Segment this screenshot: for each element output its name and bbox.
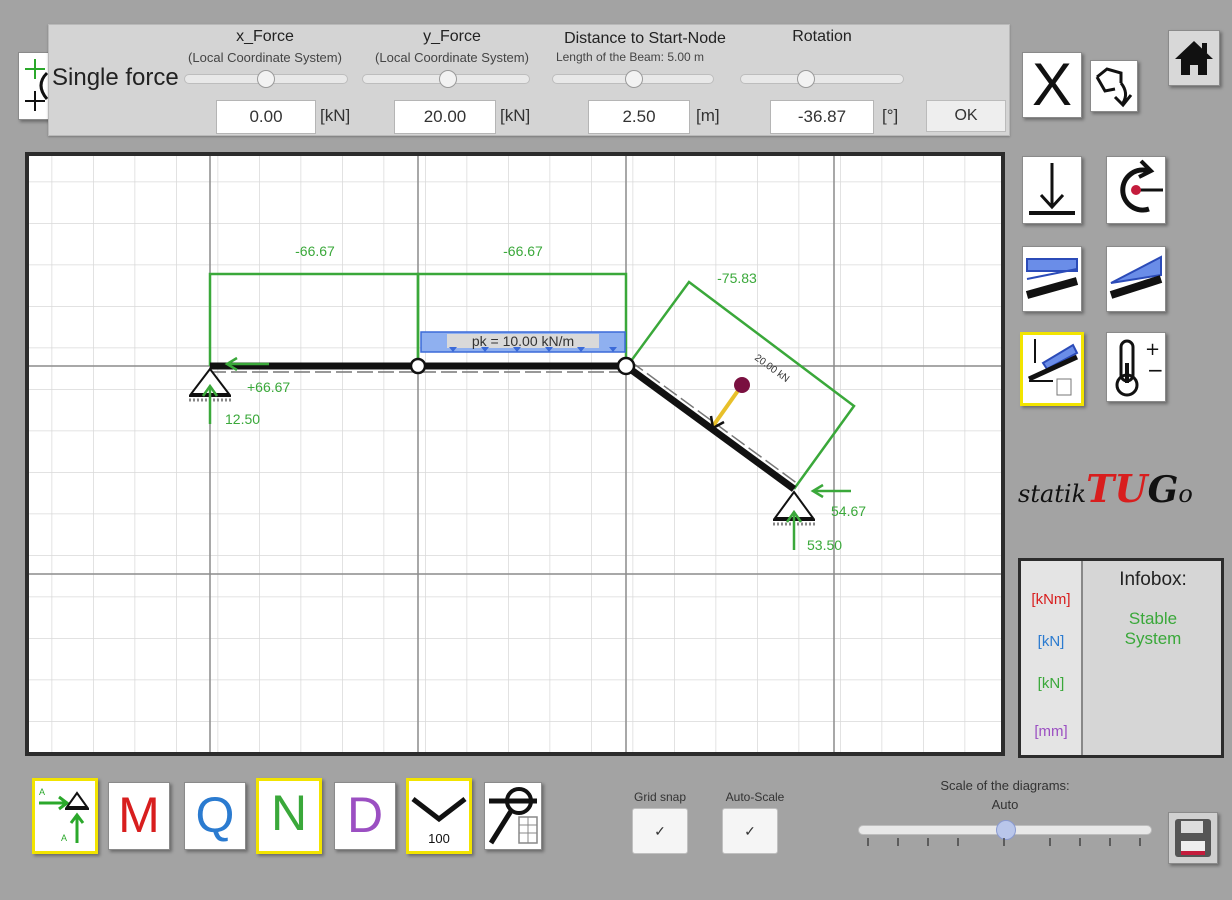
right-vertical-reaction: 53.50	[807, 537, 842, 553]
y-force-unit: [kN]	[500, 106, 531, 125]
x-force-label: x_Force	[236, 28, 294, 45]
logo-part-o: o	[1178, 480, 1193, 508]
left-horizontal-reaction: +66.67	[247, 379, 290, 395]
deformation-scale-value: 100	[428, 831, 450, 846]
diagram-scale-ticks	[867, 838, 1141, 846]
svg-text:−: −	[1147, 358, 1164, 382]
triangular-load-icon	[1109, 255, 1163, 299]
x-force-sublabel: (Local Coordinate System)	[188, 50, 342, 65]
structure-canvas[interactable]: -66.67 -66.67 -75.83 pk = 10.00 kN/m +66…	[25, 152, 1005, 756]
logo-part-tu: TU	[1086, 466, 1148, 511]
x-force-slider-knob[interactable]	[257, 70, 275, 88]
x-force-unit: [kN]	[320, 106, 351, 125]
point-load-icon	[1029, 163, 1075, 215]
logo-part-g: G	[1147, 469, 1179, 511]
rotation-unit: [°]	[882, 106, 899, 125]
rotation-label: Rotation	[792, 28, 852, 45]
y-force-slider-knob[interactable]	[439, 70, 457, 88]
moment-load-tool[interactable]	[1106, 156, 1166, 224]
point-load-tool[interactable]	[1022, 156, 1082, 224]
deflection-diagram-toggle[interactable]: D	[334, 782, 396, 850]
inclined-load-icon	[1027, 339, 1079, 396]
temperature-load-tool[interactable]: + −	[1106, 332, 1166, 402]
force-drag-handle[interactable]	[734, 377, 750, 393]
beam-length-label: Length of the Beam: 5.00 m	[555, 50, 705, 64]
distributed-load-tool[interactable]	[1022, 246, 1082, 312]
home-button[interactable]	[1168, 30, 1220, 86]
ok-button[interactable]: OK	[926, 100, 1006, 132]
distance-slider-knob[interactable]	[625, 70, 643, 88]
infobox-units-column: [kNm] [kN] [kN] [mm]	[1021, 561, 1083, 755]
load-on-inclined-beam-tool[interactable]	[1020, 332, 1084, 406]
diagram-scale-value: Auto	[991, 797, 1019, 812]
panel-title: Single force	[52, 64, 179, 91]
y-force-slider[interactable]	[362, 70, 530, 88]
trapezoidal-load-tool[interactable]	[1106, 246, 1166, 312]
svg-text:+: +	[1145, 339, 1160, 360]
structure-drawing: -66.67 -66.67 -75.83 pk = 10.00 kN/m +66…	[29, 156, 1001, 752]
y-force-input[interactable]: 20.00	[394, 100, 496, 134]
floppy-disk-icon	[1175, 819, 1211, 857]
statiktugo-logo: statikTUGo	[1018, 466, 1193, 511]
infobox: [kNm] [kN] [kN] [mm] Infobox: Stable Sys…	[1018, 558, 1224, 758]
rotation-slider-knob[interactable]	[797, 70, 815, 88]
magnifier-table-icon	[488, 787, 538, 845]
close-icon: X	[1031, 51, 1073, 118]
shear-unit: [kN]	[1037, 633, 1065, 650]
right-horizontal-reaction: 54.67	[831, 503, 866, 519]
svg-text:A: A	[61, 833, 67, 843]
x-force-input[interactable]: 0.00	[216, 100, 316, 134]
system-status: Stable System	[1083, 609, 1223, 649]
hinge-node-3[interactable]	[616, 356, 636, 376]
svg-text:A: A	[39, 787, 45, 797]
grid-snap-checkbox[interactable]: ✓	[632, 808, 688, 854]
distributed-load-label: pk = 10.00 kN/m	[472, 333, 574, 349]
x-force-slider[interactable]	[184, 70, 348, 88]
deformed-shape-icon: 100	[411, 797, 467, 846]
home-icon	[1175, 41, 1213, 75]
hinge-node-2[interactable]	[409, 357, 427, 375]
rotate-arrow-icon	[1095, 67, 1133, 108]
delete-button[interactable]: X	[1022, 52, 1082, 118]
left-vertical-reaction: 12.50	[225, 411, 260, 427]
logo-part-statik: statik	[1018, 480, 1087, 508]
auto-scale-label: Auto-Scale	[725, 790, 785, 804]
save-button[interactable]	[1168, 812, 1218, 864]
distance-input[interactable]: 2.50	[588, 100, 690, 134]
uniform-load-icon	[1025, 258, 1079, 299]
system-status-line-1: Stable	[1128, 609, 1178, 628]
diagram-scale-label: Scale of the diagrams:	[940, 778, 1070, 793]
moment-load-icon	[1120, 159, 1163, 213]
moment-diagram-toggle[interactable]: M	[108, 782, 170, 850]
moment-unit: [kNm]	[1031, 591, 1071, 608]
distance-label: Distance to Start-Node	[564, 30, 726, 47]
thermometer-icon: + −	[1115, 339, 1164, 397]
support-reactions-icon: A A	[39, 787, 89, 843]
grid-snap-label: Grid snap	[633, 790, 687, 804]
shear-diagram-toggle[interactable]: Q	[184, 782, 246, 850]
distance-unit: [m]	[696, 106, 720, 125]
deflection-unit: [mm]	[1034, 723, 1068, 740]
rotation-slider[interactable]	[740, 70, 904, 88]
reactions-toggle[interactable]: A A	[32, 778, 98, 854]
normal-force-value-1: -66.67	[295, 243, 335, 259]
y-force-label: y_Force	[423, 28, 481, 45]
normal-force-diagram-toggle[interactable]: N	[256, 778, 322, 854]
results-table-button[interactable]	[484, 782, 542, 850]
deformation-scale-toggle[interactable]: 100	[406, 778, 472, 854]
normal-force-value-3: -75.83	[717, 270, 757, 286]
system-status-line-2: System	[1124, 629, 1182, 648]
distance-slider[interactable]	[552, 70, 714, 88]
auto-scale-checkbox[interactable]: ✓	[722, 808, 778, 854]
rotation-input[interactable]: -36.87	[770, 100, 874, 134]
infobox-title: Infobox:	[1119, 569, 1187, 590]
normal-force-unit: [kN]	[1037, 675, 1065, 692]
normal-force-value-2: -66.67	[503, 243, 543, 259]
rotate-button[interactable]	[1090, 60, 1138, 112]
diagram-scale-slider[interactable]	[858, 820, 1152, 840]
y-force-sublabel: (Local Coordinate System)	[375, 50, 529, 65]
